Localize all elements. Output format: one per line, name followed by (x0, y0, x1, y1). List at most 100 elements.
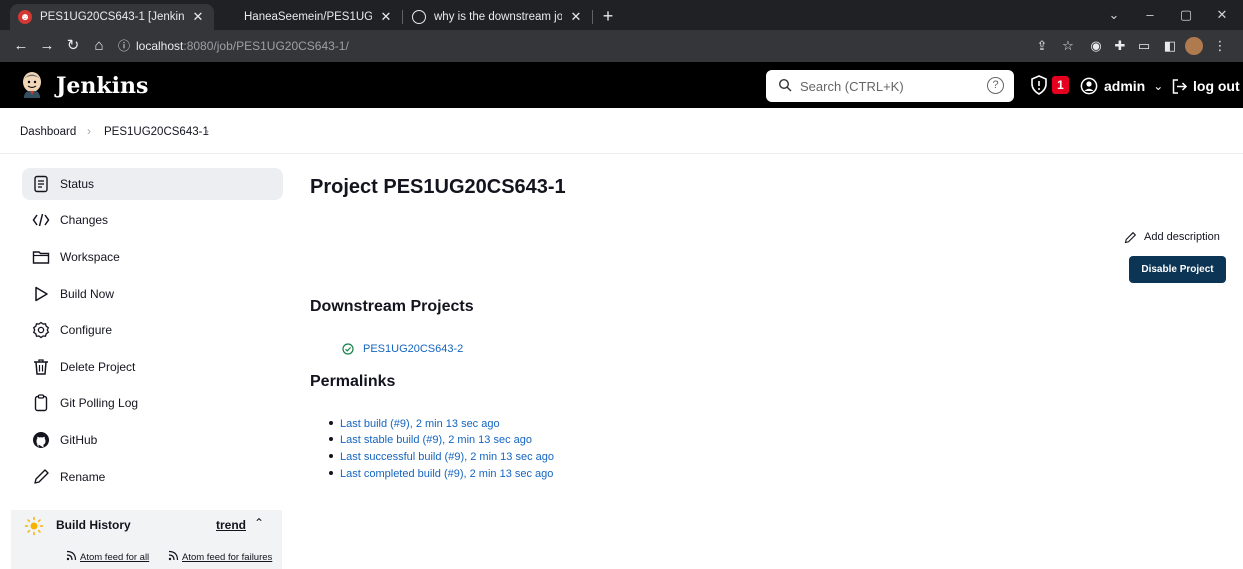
close-tab-icon[interactable]: ✕ (568, 9, 584, 25)
sidebar-item-label: Workspace (60, 250, 120, 264)
maximize-window-button[interactable]: ▢ (1168, 4, 1204, 26)
breadcrumb-project[interactable]: PES1UG20CS643-1 (104, 125, 209, 139)
sidebar-item-changes[interactable]: Changes (22, 204, 283, 236)
back-arrow-icon[interactable]: ← (8, 33, 34, 59)
profile-avatar[interactable] (1184, 36, 1204, 56)
chevron-up-icon[interactable]: ⌃ (254, 516, 264, 530)
close-tab-icon[interactable]: ✕ (190, 9, 206, 25)
permalink-item[interactable]: Last completed build (#9), 2 min 13 sec … (329, 467, 553, 481)
permalink-last-completed-build[interactable]: Last completed build (#9), 2 min 13 sec … (340, 468, 553, 480)
trend-link[interactable]: trend (216, 518, 246, 532)
downstream-project-link[interactable]: PES1UG20CS643-2 (363, 343, 463, 355)
search-icon (778, 78, 792, 92)
bullet (329, 421, 333, 426)
clipboard-icon (34, 394, 48, 412)
logout-label: log out (1193, 78, 1240, 94)
logout-icon (1172, 78, 1188, 94)
gear-icon (32, 321, 50, 339)
cast-icon[interactable]: ▭ (1134, 36, 1154, 56)
sidebar-item-status[interactable]: Status (22, 168, 283, 200)
bookmark-star-icon[interactable]: ☆ (1058, 36, 1078, 56)
reload-icon[interactable]: ↻ (60, 33, 86, 59)
jenkins-logo-icon[interactable] (20, 71, 44, 99)
tab-divider (402, 10, 403, 24)
browser-tab-github[interactable]: HaneaSeemein/PES1UG20CS643 ✕ (214, 4, 402, 30)
sidebar-item-label: Changes (60, 213, 109, 227)
sidebar-item-workspace[interactable]: Workspace (22, 241, 283, 273)
forward-arrow-icon[interactable]: → (34, 33, 60, 59)
search-input[interactable] (800, 76, 970, 96)
permalink-last-successful-build[interactable]: Last successful build (#9), 2 min 13 sec… (340, 451, 554, 463)
sidebar-item-rename[interactable]: Rename (22, 461, 283, 493)
success-check-icon (342, 343, 354, 355)
play-icon (35, 286, 48, 302)
bullet (329, 454, 333, 459)
minimize-window-button[interactable]: – (1132, 4, 1168, 26)
close-tab-icon[interactable]: ✕ (378, 9, 394, 25)
browser-tab-search[interactable]: why is the downstream job failing ✕ (404, 4, 592, 30)
code-icon (32, 213, 50, 227)
tab-divider (592, 10, 593, 24)
page-title: Project PES1UG20CS643-1 (310, 176, 566, 198)
sidebar-item-label: Rename (60, 470, 106, 484)
security-shield-icon[interactable] (1030, 75, 1048, 95)
globe-favicon-icon (412, 10, 426, 24)
permalinks-heading: Permalinks (310, 373, 396, 390)
logout-link[interactable]: log out (1171, 76, 1240, 96)
disable-project-button[interactable]: Disable Project (1129, 256, 1226, 283)
side-panel-icon[interactable]: ◧ (1160, 36, 1180, 56)
sidebar-item-github[interactable]: GitHub (22, 424, 283, 456)
extension-icon[interactable]: ◉ (1086, 36, 1106, 56)
github-favicon-icon (222, 10, 236, 24)
tab-search-chevron-icon[interactable]: ⌄ (1096, 4, 1132, 26)
permalink-last-build[interactable]: Last build (#9), 2 min 13 sec ago (340, 418, 500, 430)
browser-menu-icon[interactable]: ⋮ (1210, 36, 1230, 56)
sidebar-item-delete-project[interactable]: Delete Project (22, 351, 283, 383)
tab-title: PES1UG20CS643-1 [Jenkins] (40, 11, 184, 23)
add-description-link[interactable]: Add description (1124, 229, 1220, 245)
user-icon (1080, 77, 1098, 95)
github-icon (33, 432, 49, 448)
rss-feed-icon (66, 550, 77, 561)
sidebar-item-build-now[interactable]: Build Now (22, 278, 283, 310)
permalink-last-stable-build[interactable]: Last stable build (#9), 2 min 13 sec ago (340, 434, 532, 446)
jenkins-favicon-icon: ☻ (18, 10, 32, 24)
trash-icon (34, 359, 48, 375)
jenkins-title[interactable]: Jenkins (56, 72, 148, 100)
tab-title: HaneaSeemein/PES1UG20CS643 (244, 11, 372, 23)
permalink-item[interactable]: Last build (#9), 2 min 13 sec ago (329, 417, 500, 431)
downstream-projects-heading: Downstream Projects (310, 298, 474, 315)
puzzle-icon[interactable]: ✚ (1110, 36, 1130, 56)
build-history-title: Build History (56, 518, 131, 532)
close-window-button[interactable]: ✕ (1204, 4, 1240, 26)
chevron-right-icon[interactable]: › (205, 124, 209, 138)
atom-feed-failures-link[interactable]: Atom feed for failures (182, 552, 272, 563)
search-box[interactable]: ? (766, 70, 1014, 102)
folder-icon (32, 251, 50, 264)
user-menu[interactable]: admin ⌄ (1080, 76, 1163, 96)
sidebar-item-label: Build Now (60, 287, 115, 301)
address-bar-url[interactable]: localhost:8080/job/PES1UG20CS643-1/ (136, 36, 349, 56)
permalink-item[interactable]: Last stable build (#9), 2 min 13 sec ago (329, 433, 532, 447)
permalink-item[interactable]: Last successful build (#9), 2 min 13 sec… (329, 450, 554, 464)
alert-count-badge[interactable]: 1 (1052, 76, 1069, 94)
sidebar-item-git-polling-log[interactable]: Git Polling Log (22, 387, 283, 419)
add-description-label: Add description (1144, 231, 1220, 243)
chevron-right-icon: › (87, 124, 91, 138)
help-icon[interactable]: ? (987, 77, 1004, 94)
downstream-project-item: PES1UG20CS643-2 (342, 341, 463, 357)
sidebar-item-configure[interactable]: Configure (22, 314, 283, 346)
sidebar-item-label: Git Polling Log (60, 396, 139, 410)
sidebar-item-label: Status (60, 177, 95, 191)
share-icon[interactable]: ⇪ (1032, 36, 1052, 56)
user-name: admin (1104, 78, 1146, 94)
bullet (329, 471, 333, 476)
pencil-icon (1124, 231, 1137, 243)
pencil-icon (34, 469, 49, 484)
site-info-icon[interactable]: ⓘ (118, 36, 132, 56)
new-tab-button[interactable]: + (596, 5, 620, 27)
breadcrumb-dashboard[interactable]: Dashboard (20, 125, 76, 139)
browser-tab-jenkins[interactable]: ☻ PES1UG20CS643-1 [Jenkins] ✕ (10, 4, 214, 30)
atom-feed-all-link[interactable]: Atom feed for all (80, 552, 149, 563)
sidebar-item-label: Delete Project (60, 360, 136, 374)
